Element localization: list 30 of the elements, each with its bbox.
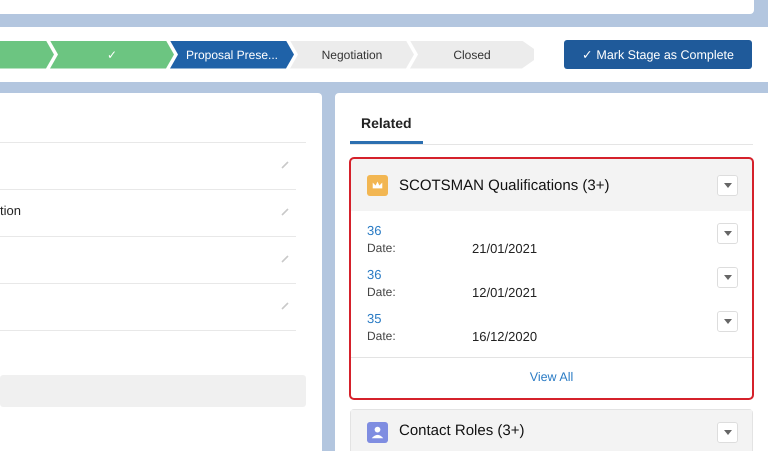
caret-icon [724, 430, 732, 435]
crown-icon [367, 174, 388, 196]
card-title: SCOTSMAN Qualifications (3+) [399, 176, 610, 194]
dropdown-button[interactable] [717, 422, 738, 443]
date-label: Date: [367, 329, 397, 344]
related-tab[interactable]: Related [350, 107, 423, 144]
path-stage[interactable]: Closed [410, 40, 534, 68]
record-link[interactable]: 35 [367, 311, 538, 326]
path-stage[interactable]: Proposal Prese... [170, 40, 294, 68]
caret-icon [724, 182, 732, 188]
caret-icon [724, 319, 732, 324]
path-stage[interactable]: Negotiation [290, 40, 414, 68]
dropdown-button[interactable] [717, 311, 738, 332]
view-all-link[interactable]: View All [530, 370, 574, 384]
date-value: 21/01/2021 [472, 241, 538, 256]
contact-icon [367, 422, 388, 443]
dropdown-button[interactable] [717, 267, 738, 288]
caret-icon [724, 231, 732, 236]
record-link[interactable]: 36 [367, 267, 538, 282]
date-value: 12/01/2021 [472, 285, 538, 300]
dropdown-button[interactable] [717, 223, 738, 244]
date-label: Date: [367, 285, 397, 300]
caret-icon [724, 275, 732, 280]
record-link[interactable]: 36 [367, 223, 538, 238]
field-value: tion [0, 202, 21, 218]
card-title: Contact Roles (3+) [399, 422, 526, 439]
mark-complete-button[interactable]: ✓ Mark Stage as Complete [564, 40, 752, 69]
date-value: 16/12/2020 [472, 329, 538, 344]
dropdown-button[interactable] [717, 174, 738, 196]
date-label: Date: [367, 241, 397, 256]
